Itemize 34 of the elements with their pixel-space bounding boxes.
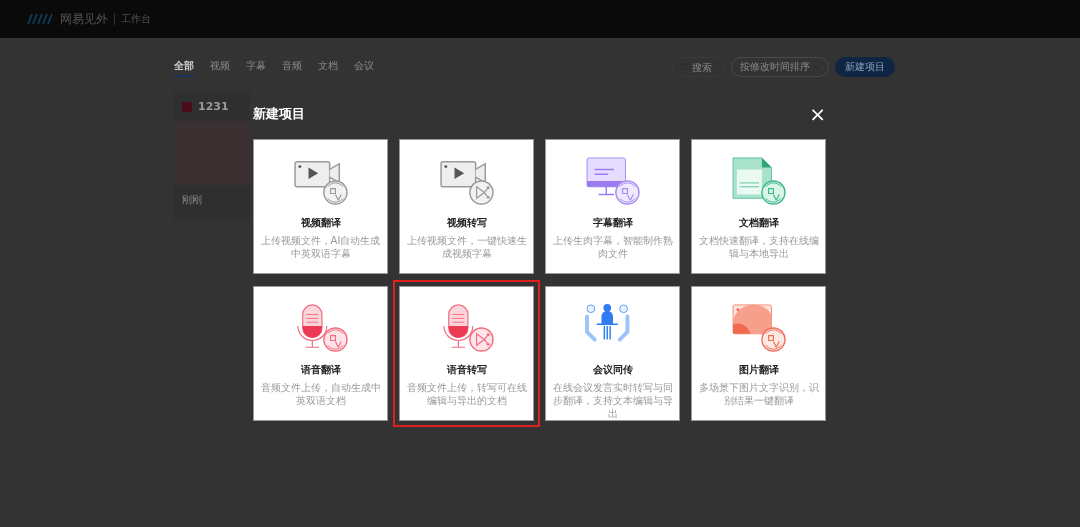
category-tab[interactable]: 视频 — [210, 57, 230, 77]
card-description: 上传生肉字幕，智能制作熟肉文件 — [551, 234, 674, 260]
project-time: 刚刚 — [182, 193, 203, 207]
category-tab[interactable]: 文档 — [318, 57, 338, 77]
card-title: 视频翻译 — [300, 216, 341, 230]
category-tab[interactable]: 全部 — [174, 57, 194, 77]
category-tab[interactable]: 字幕 — [246, 57, 266, 77]
project-card[interactable]: 1231 刚刚 — [174, 92, 250, 220]
card-title: 语音转写 — [446, 363, 487, 377]
card-title: 字幕翻译 — [592, 216, 633, 230]
search-input[interactable]: 搜索 — [692, 61, 716, 73]
card-description: 音频文件上传，转写可在线编辑与导出的文档 — [405, 381, 528, 407]
card-title: 文档翻译 — [738, 216, 779, 230]
dialog-title: 新建项目 — [253, 105, 305, 123]
category-tab[interactable]: 音频 — [282, 57, 302, 77]
picture-icon — [729, 303, 788, 353]
card-description: 在线会议发言实时转写与同步翻译，支持文本编辑与导出 — [551, 381, 674, 420]
card-title: 图片翻译 — [738, 363, 779, 377]
card-title: 语音翻译 — [300, 363, 341, 377]
project-title: 1231 — [198, 100, 229, 113]
category-tab[interactable]: 会议 — [354, 57, 374, 77]
project-type-card[interactable]: 语音转写 音频文件上传，转写可在线编辑与导出的文档 — [393, 280, 540, 427]
card-title: 会议同传 — [592, 363, 633, 377]
new-project-button[interactable]: 新建项目 — [835, 57, 895, 77]
brand-name: 网易见外 — [60, 10, 108, 28]
card-description: 文档快速翻译，支持在线编辑与本地导出 — [697, 234, 820, 260]
monitor-icon — [583, 156, 642, 206]
card-description: 音频文件上传，自动生成中英双语文档 — [259, 381, 382, 407]
card-title: 视频转写 — [446, 216, 487, 230]
workspace-label: 工作台 — [121, 12, 151, 26]
close-button[interactable]: × — [809, 104, 826, 124]
document-icon — [729, 156, 788, 206]
logo-icon — [26, 13, 54, 25]
card-description: 上传视频文件，AI自动生成中英双语字幕 — [259, 234, 382, 260]
